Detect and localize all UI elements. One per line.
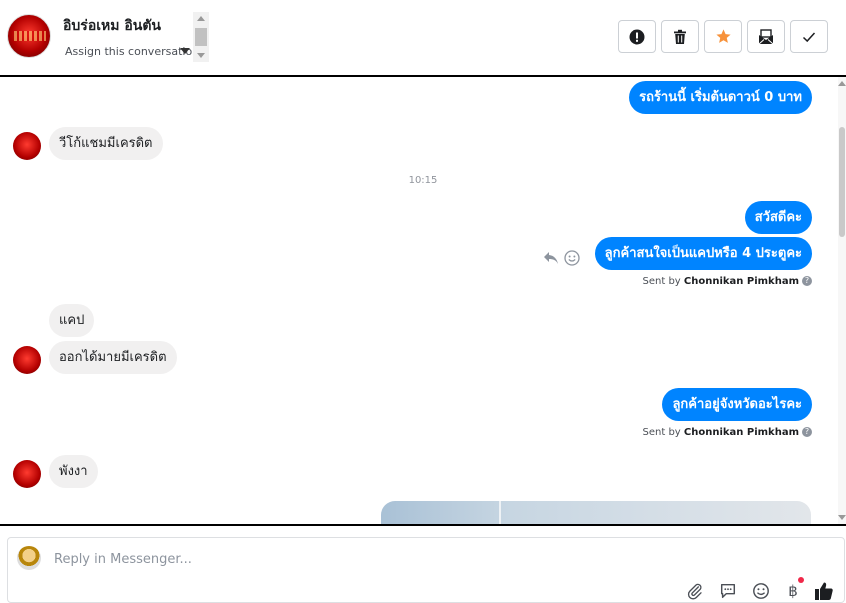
sent-by-name: Chonnikan Pimkham	[683, 276, 799, 287]
notification-dot	[798, 577, 804, 583]
star-button[interactable]	[704, 20, 742, 53]
help-icon[interactable]: ?	[802, 276, 812, 286]
report-spam-button[interactable]	[618, 20, 656, 53]
sent-by-prefix: Sent by	[642, 427, 681, 438]
help-icon[interactable]: ?	[802, 427, 812, 437]
star-icon	[715, 29, 731, 43]
image-attachment[interactable]	[381, 501, 811, 524]
trash-icon	[674, 29, 686, 44]
message-outgoing[interactable]: รถร้านนี้ เริ่มต้นดาวน์ 0 บาท	[629, 81, 812, 114]
check-icon	[802, 31, 816, 42]
message-incoming[interactable]: แคป	[49, 304, 95, 337]
reply-input[interactable]	[52, 548, 656, 570]
scroll-up-icon[interactable]	[838, 81, 846, 86]
sent-by-prefix: Sent by	[642, 276, 681, 287]
contact-avatar[interactable]	[7, 14, 51, 58]
sent-by-label: Sent by Chonnikan Pimkham?	[642, 276, 812, 287]
scroll-down-icon[interactable]	[197, 53, 205, 58]
thread-scrollbar[interactable]	[838, 77, 846, 524]
delete-button[interactable]	[661, 20, 699, 53]
scroll-up-icon[interactable]	[197, 16, 205, 21]
message-outgoing[interactable]: ลูกค้าสนใจเป็นแคปหรือ 4 ประตูคะ	[594, 237, 812, 270]
reply-icon[interactable]	[543, 250, 559, 269]
reply-composer: ฿	[7, 537, 845, 603]
divider	[0, 524, 846, 526]
contact-avatar-small	[13, 460, 41, 488]
envelope-icon	[758, 28, 774, 44]
exclamation-circle-icon	[629, 29, 645, 44]
sent-by-label: Sent by Chonnikan Pimkham?	[642, 427, 812, 438]
header-scrollbar[interactable]	[193, 12, 209, 62]
scroll-thumb[interactable]	[839, 127, 845, 237]
message-thread[interactable]: รถร้านนี้ เริ่มต้นดาวน์ 0 บาท วีโก้แชมมี…	[0, 77, 846, 524]
conversation-header: อิบร่อเหม อินตัน Assign this conversatio…	[0, 0, 846, 77]
message-incoming[interactable]: ออกได้มายมีเครดิต	[49, 341, 177, 374]
sent-by-name: Chonnikan Pimkham	[683, 427, 799, 438]
saved-replies-icon[interactable]	[718, 581, 738, 601]
sender-avatar	[17, 546, 41, 570]
chevron-down-icon[interactable]	[180, 48, 190, 54]
message-incoming[interactable]: วีโก้แชมมีเครดิต	[49, 127, 163, 160]
message-outgoing[interactable]: ลูกค้าอยู่จังหวัดอะไรคะ	[662, 388, 812, 421]
scroll-thumb[interactable]	[195, 28, 207, 46]
message-outgoing[interactable]: สวัสดีคะ	[744, 201, 812, 234]
contact-name[interactable]: อิบร่อเหม อินตัน	[63, 15, 161, 37]
thumbs-up-icon[interactable]	[814, 581, 834, 601]
emoji-icon[interactable]	[751, 581, 771, 601]
message-incoming[interactable]: พังงา	[49, 455, 98, 488]
timestamp: 10:15	[408, 175, 438, 186]
baht-payment-icon[interactable]: ฿	[783, 581, 803, 601]
contact-avatar-small	[13, 346, 41, 374]
mark-unread-button[interactable]	[747, 20, 785, 53]
scroll-down-icon[interactable]	[838, 515, 846, 520]
react-emoji-icon[interactable]	[564, 250, 580, 270]
done-button[interactable]	[790, 20, 828, 53]
paperclip-icon[interactable]	[685, 581, 705, 601]
contact-avatar-small	[13, 132, 41, 160]
